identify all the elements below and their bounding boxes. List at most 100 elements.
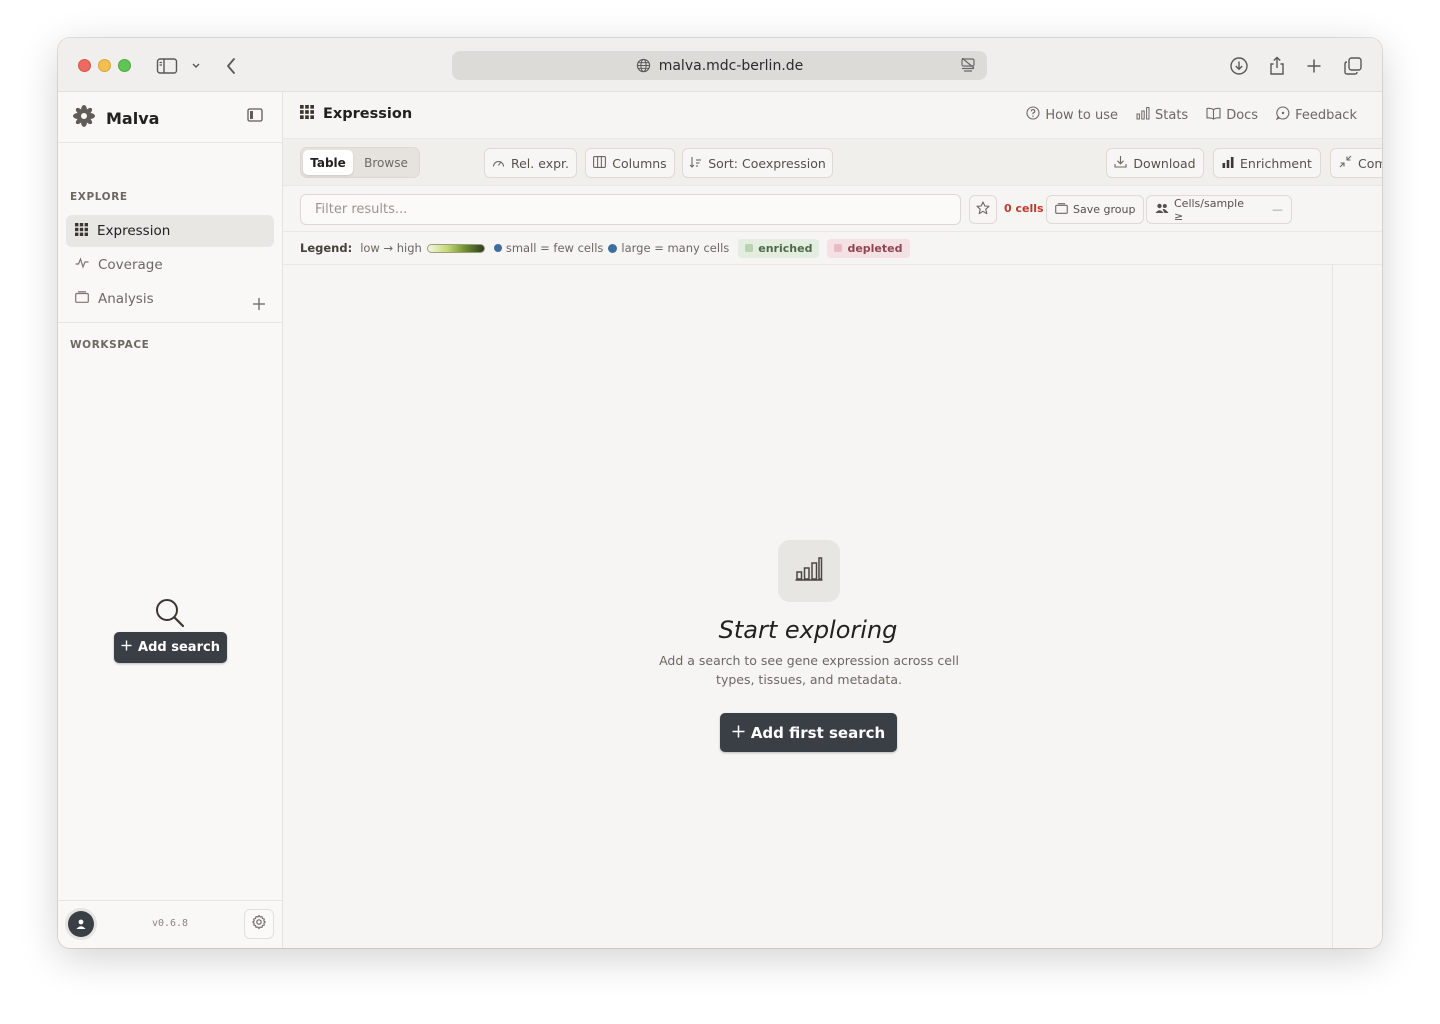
sidebar-item-expression[interactable]: Expression <box>66 215 274 247</box>
download-button[interactable]: Download <box>1106 148 1204 178</box>
sidebar-toggle-icon[interactable] <box>156 55 178 77</box>
stats-link[interactable]: Stats <box>1136 106 1188 124</box>
legend-large-dot <box>608 243 618 253</box>
sidebar-item-label: Analysis <box>98 291 154 307</box>
sidebar-item-label: Expression <box>97 223 171 239</box>
bar-chart-icon <box>1222 156 1234 171</box>
new-tab-plus-icon[interactable] <box>1303 55 1325 77</box>
columns-icon <box>593 155 607 171</box>
how-to-use-link[interactable]: How to use <box>1026 106 1118 124</box>
bar-chart-icon <box>795 556 823 586</box>
how-to-use-label: How to use <box>1045 107 1118 123</box>
chevron-down-icon[interactable] <box>186 55 206 77</box>
search-icon <box>58 597 282 633</box>
tab-overview-icon[interactable] <box>1342 55 1364 77</box>
legend-gradient-bar <box>426 243 485 253</box>
docs-link[interactable]: Docs <box>1206 106 1258 124</box>
filter-input[interactable] <box>300 194 961 225</box>
tab-table[interactable]: Table <box>303 150 353 175</box>
book-icon <box>1206 107 1221 124</box>
gauge-icon <box>492 156 505 171</box>
legend-depleted-badge: depleted <box>827 238 910 258</box>
reader-mode-icon[interactable] <box>961 58 975 73</box>
sidebar-divider <box>58 142 282 143</box>
add-search-button[interactable]: Add search <box>114 632 227 663</box>
sort-icon <box>689 156 702 171</box>
page-header: Expression How to use Stats Docs Feedbac… <box>283 92 1382 139</box>
workspace-section-title: WORKSPACE <box>70 339 150 351</box>
app-name: Malva <box>106 108 160 128</box>
depleted-swatch <box>834 244 843 252</box>
legend-large-label: large = many cells <box>621 241 730 255</box>
legend-label: Legend: <box>300 241 353 255</box>
page-title: Expression <box>300 105 412 123</box>
empty-state-description: Add a search to see gene expression acro… <box>659 653 959 687</box>
collapse-sidebar-icon[interactable] <box>247 107 263 126</box>
share-icon[interactable] <box>1266 55 1288 77</box>
help-circle-icon <box>1026 106 1040 124</box>
close-window-button[interactable] <box>78 59 91 72</box>
enriched-label: enriched <box>758 241 813 255</box>
minimize-arrows-icon <box>1339 155 1352 171</box>
empty-state-title: Start exploring <box>718 616 898 644</box>
depleted-label: depleted <box>847 241 903 255</box>
sidebar-divider <box>58 322 282 323</box>
cells-per-sample-value[interactable]: — <box>1272 203 1283 216</box>
compact-label: Compact <box>1358 155 1382 171</box>
empty-state-icon-box <box>778 540 840 602</box>
sidebar-item-label: Coverage <box>98 257 163 273</box>
back-arrow-icon[interactable] <box>220 55 242 77</box>
sort-label: Sort: Coexpression <box>708 155 826 171</box>
zoom-window-button[interactable] <box>118 59 131 72</box>
browser-titlebar: malva.mdc-berlin.de <box>58 38 1382 92</box>
feedback-label: Feedback <box>1295 107 1357 123</box>
columns-button[interactable]: Columns <box>585 148 675 178</box>
cells-per-sample-filter[interactable]: Cells/sample ≥ — <box>1146 195 1292 224</box>
sidebar-item-analysis[interactable]: Analysis <box>66 283 274 315</box>
save-group-button[interactable]: Save group <box>1046 195 1145 224</box>
bar-chart-icon <box>1136 106 1150 124</box>
page-title-text: Expression <box>323 106 413 122</box>
tab-browse[interactable]: Browse <box>355 150 417 175</box>
results-area: Start exploring Add a search to see gene… <box>283 265 1333 948</box>
address-bar[interactable]: malva.mdc-berlin.de <box>452 51 987 80</box>
sidebar-footer: v0.6.8 <box>58 900 282 948</box>
rel-expr-button[interactable]: Rel. expr. <box>484 148 577 178</box>
browser-window: malva.mdc-berlin.de Malva EXPLORE Expres… <box>58 38 1382 948</box>
feedback-link[interactable]: Feedback <box>1275 106 1357 124</box>
stats-label: Stats <box>1155 107 1189 123</box>
download-label: Download <box>1133 155 1196 171</box>
compact-button[interactable]: Compact <box>1330 148 1382 178</box>
users-icon <box>1155 203 1169 217</box>
enrichment-button[interactable]: Enrichment <box>1213 148 1321 178</box>
legend-enriched-badge: enriched <box>738 238 820 258</box>
rel-expr-label: Rel. expr. <box>510 155 569 171</box>
grid-icon <box>300 105 314 123</box>
legend-small-label: small = few cells <box>505 241 604 255</box>
star-icon <box>976 200 990 219</box>
plus-icon <box>732 724 745 742</box>
url-text: malva.mdc-berlin.de <box>658 57 804 74</box>
brand[interactable]: Malva <box>72 105 160 130</box>
globe-icon <box>636 58 651 73</box>
add-first-search-label: Add first search <box>750 723 886 742</box>
cells-count: 0 cells <box>1004 202 1044 215</box>
filter-bar: 0 cells Save group Cells/sample ≥ — <box>283 186 1382 232</box>
legend-gradient-label: low → high <box>360 241 422 255</box>
download-icon <box>1114 155 1127 171</box>
add-workspace-plus-icon[interactable] <box>252 296 266 315</box>
settings-button[interactable] <box>244 909 274 939</box>
gear-icon <box>251 914 267 934</box>
sort-button[interactable]: Sort: Coexpression <box>682 148 833 178</box>
add-first-search-button[interactable]: Add first search <box>720 713 897 752</box>
plus-icon <box>121 640 132 655</box>
cells-per-sample-label: Cells/sample ≥ <box>1174 196 1244 223</box>
sidebar-item-coverage[interactable]: Coverage <box>66 249 274 281</box>
legend-small-dot <box>493 244 502 252</box>
grid-icon <box>75 222 88 240</box>
chat-icon <box>1275 106 1290 124</box>
pulse-icon <box>75 257 89 273</box>
minimize-window-button[interactable] <box>98 59 111 72</box>
favorite-button[interactable] <box>969 195 997 224</box>
download-circle-icon[interactable] <box>1228 55 1250 77</box>
